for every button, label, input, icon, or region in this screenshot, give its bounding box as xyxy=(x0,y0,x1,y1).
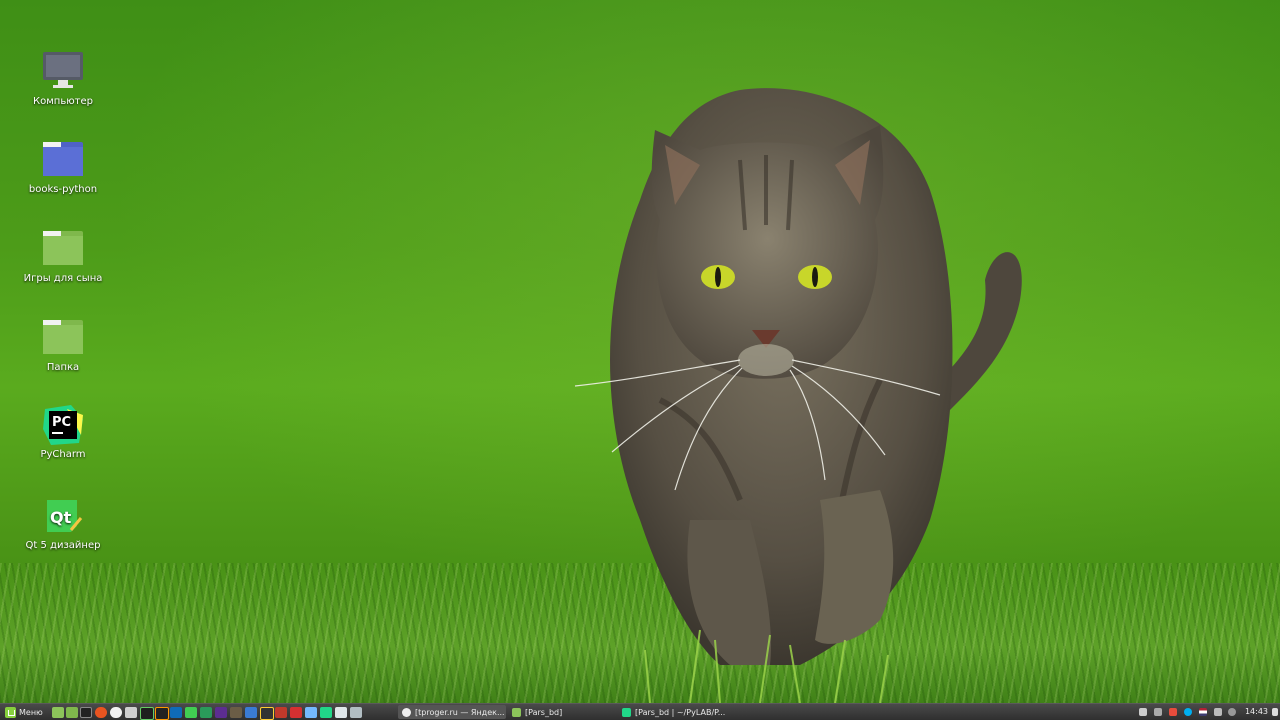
desktop-icon-qt-designer[interactable]: Qt Qt 5 дизайнер xyxy=(18,496,108,551)
app3-icon[interactable] xyxy=(275,707,287,718)
computer-icon xyxy=(41,52,85,92)
app6-icon[interactable] xyxy=(335,707,347,718)
menu-label: Меню xyxy=(19,707,43,717)
desktop-icon-label: Qt 5 дизайнер xyxy=(25,540,101,551)
desktop-icon-pycharm[interactable]: PC PyCharm xyxy=(18,405,108,460)
camera-icon[interactable] xyxy=(1154,708,1162,716)
taskbar: Меню [tproger.ru — Яндек... [Pars_bd] [P… xyxy=(0,703,1280,720)
folder-icon xyxy=(41,318,85,358)
pycharm-icon xyxy=(622,707,631,717)
gimp-icon[interactable] xyxy=(230,707,242,718)
desktop-icon-label: PyCharm xyxy=(40,449,86,460)
taskbar-window-files[interactable]: [Pars_bd] xyxy=(508,705,616,719)
terminal2-icon[interactable] xyxy=(140,707,154,720)
vscode-icon[interactable] xyxy=(170,707,182,718)
shield-icon[interactable] xyxy=(1169,708,1177,716)
taskbar-window-pycharm[interactable]: [Pars_bd | ~/PyLAB/P... xyxy=(618,705,726,719)
app7-icon[interactable] xyxy=(350,707,362,718)
desktop-icon-computer[interactable]: Компьютер xyxy=(18,52,108,107)
app2-icon[interactable] xyxy=(245,707,257,718)
show-desktop-icon[interactable] xyxy=(52,707,64,718)
menu-button[interactable]: Меню xyxy=(2,705,46,719)
window-title: [Pars_bd] xyxy=(525,707,563,717)
clock[interactable]: 14:43 xyxy=(1245,707,1268,716)
window-title: [tproger.ru — Яндек... xyxy=(415,707,505,717)
skype-icon[interactable] xyxy=(1184,708,1192,716)
sublime-icon[interactable] xyxy=(155,707,169,720)
desktop-icon-label: Игры для сына xyxy=(23,273,103,284)
clipboard-icon[interactable] xyxy=(1139,708,1147,716)
taskbar-window-browser[interactable]: [tproger.ru — Яндек... xyxy=(398,705,506,719)
yandex-browser-icon[interactable] xyxy=(110,707,122,718)
desktop-icon-books-python[interactable]: books-python xyxy=(18,140,108,195)
wallpaper-cat-image xyxy=(574,88,1022,703)
desktop-icon-label: Папка xyxy=(46,362,80,373)
files-icon[interactable] xyxy=(66,707,78,718)
pycharm-icon[interactable] xyxy=(320,707,332,718)
yandex-browser-icon xyxy=(402,707,411,717)
mint-logo-icon xyxy=(5,706,16,718)
terminal-icon[interactable] xyxy=(80,707,92,718)
folder-icon xyxy=(41,140,85,180)
desktop-icon-folder[interactable]: Папка xyxy=(18,318,108,373)
desktop-icon-games[interactable]: Игры для сына xyxy=(18,229,108,284)
desktop[interactable]: Компьютер books-python Игры для сына Пап… xyxy=(0,0,1280,703)
svg-text:PC: PC xyxy=(52,415,71,430)
desktop-icon-label: books-python xyxy=(28,184,98,195)
network-icon[interactable] xyxy=(1214,708,1222,716)
app-icon[interactable] xyxy=(200,707,212,718)
svg-text:Qt: Qt xyxy=(50,508,72,527)
ubuntu-icon[interactable] xyxy=(95,707,107,718)
desktop-icon-label: Компьютер xyxy=(33,96,93,107)
qt-designer-icon: Qt xyxy=(41,496,85,536)
archive-icon[interactable] xyxy=(260,707,274,720)
folder-icon xyxy=(512,707,521,717)
bluetooth-icon[interactable] xyxy=(1272,708,1278,716)
app5-icon[interactable] xyxy=(305,707,317,718)
folder-icon xyxy=(41,229,85,269)
settings-icon[interactable] xyxy=(125,707,137,718)
user-icon[interactable] xyxy=(1228,708,1236,716)
vs-icon[interactable] xyxy=(215,707,227,718)
app4-icon[interactable] xyxy=(290,707,302,718)
window-title: [Pars_bd | ~/PyLAB/P... xyxy=(635,707,726,717)
flag-icon[interactable] xyxy=(1199,708,1207,716)
qt-icon[interactable] xyxy=(185,707,197,718)
pycharm-icon: PC xyxy=(41,405,85,445)
